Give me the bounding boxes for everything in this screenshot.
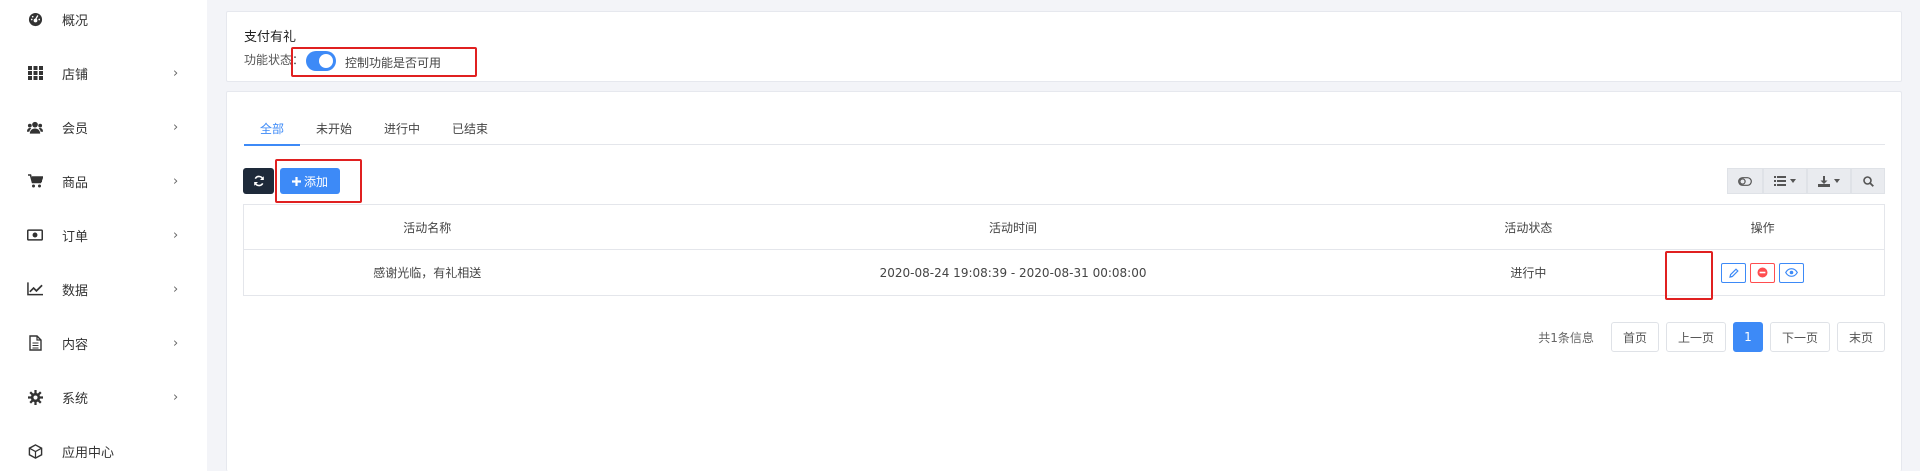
activity-status: 进行中: [1510, 266, 1547, 280]
delete-button[interactable]: [1750, 262, 1776, 283]
feature-toggle[interactable]: [306, 51, 336, 71]
add-button-label: 添加: [303, 174, 328, 189]
chevron-right-icon: ›: [173, 119, 179, 135]
search-button[interactable]: [1851, 168, 1885, 194]
gear-icon: [27, 389, 43, 405]
feature-panel: 支付有礼 功能状态： 控制功能是否可用: [226, 11, 1902, 82]
chevron-right-icon: ›: [173, 173, 179, 189]
line-chart-icon: [27, 281, 43, 297]
next-page-button[interactable]: 下一页: [1769, 322, 1830, 352]
page-title: 支付有礼: [244, 30, 297, 45]
export-button[interactable]: [1807, 168, 1851, 194]
sidebar-item-label: 系统: [62, 391, 89, 407]
table-tools: [1727, 168, 1885, 194]
columns-button[interactable]: [1763, 168, 1807, 194]
tab-bar: 全部 未开始 进行中 已结束: [244, 112, 1885, 146]
sidebar-item-label: 应用中心: [62, 445, 115, 461]
tab-all[interactable]: 全部: [244, 112, 301, 146]
caret-down-icon: [1790, 179, 1796, 183]
chevron-right-icon: ›: [173, 281, 179, 297]
table-row: 感谢光临，有礼相送 2020-08-24 19:08:39 - 2020-08-…: [244, 250, 1884, 295]
pagination: 共1条信息 首页 上一页 1 下一页 末页: [1538, 322, 1885, 352]
action-buttons: [1721, 262, 1805, 283]
tab-not-started[interactable]: 未开始: [300, 112, 368, 145]
activity-time: 2020-08-24 19:08:39 - 2020-08-31 00:08:0…: [879, 265, 1147, 280]
chevron-right-icon: ›: [173, 227, 179, 243]
toggle-knob: [319, 54, 333, 68]
search-icon: [1862, 175, 1874, 187]
current-page-button[interactable]: 1: [1732, 322, 1763, 352]
last-page-button[interactable]: 末页: [1836, 322, 1885, 352]
tab-in-progress[interactable]: 进行中: [368, 112, 436, 145]
toggle-icon: [1738, 176, 1752, 186]
first-page-button[interactable]: 首页: [1610, 322, 1659, 352]
prev-page-button[interactable]: 上一页: [1665, 322, 1726, 352]
minus-circle-icon: [1757, 267, 1768, 278]
chevron-right-icon: ›: [173, 65, 179, 81]
sidebar-item-store[interactable]: 店铺 ›: [0, 58, 207, 88]
sidebar-item-label: 概况: [62, 13, 89, 29]
chevron-right-icon: ›: [173, 335, 179, 351]
view-button[interactable]: [1779, 262, 1805, 283]
table-header: 活动名称 活动时间 活动状态 操作: [244, 205, 1884, 250]
sidebar-item-label: 商品: [62, 175, 89, 191]
header-status: 活动状态: [1504, 220, 1553, 235]
users-icon: [27, 119, 43, 135]
sidebar-item-members[interactable]: 会员 ›: [0, 112, 207, 142]
sidebar: 概况 店铺 › 会员 › 商品 › 订单 › 数据 › 内容 › 系统 › 应用…: [0, 0, 207, 471]
sidebar-item-overview[interactable]: 概况: [0, 4, 207, 34]
toggle-description: 控制功能是否可用: [345, 56, 442, 70]
sidebar-item-label: 店铺: [62, 67, 89, 83]
caret-down-icon: [1834, 179, 1840, 183]
sidebar-item-data[interactable]: 数据 ›: [0, 274, 207, 304]
list-icon: [1774, 176, 1786, 186]
sidebar-item-label: 订单: [62, 229, 89, 245]
tab-ended[interactable]: 已结束: [436, 112, 504, 145]
add-button[interactable]: 添加: [280, 168, 340, 194]
toggle-view-button[interactable]: [1727, 168, 1763, 194]
sidebar-item-orders[interactable]: 订单 ›: [0, 220, 207, 250]
download-icon: [1818, 175, 1830, 187]
eye-icon: [1785, 268, 1799, 277]
cart-icon: [27, 173, 43, 189]
pencil-icon: [1728, 267, 1739, 278]
activity-name: 感谢光临，有礼相送: [373, 266, 482, 280]
header-name: 活动名称: [403, 220, 452, 235]
refresh-button[interactable]: [243, 168, 274, 194]
refresh-icon: [253, 175, 264, 187]
sidebar-item-products[interactable]: 商品 ›: [0, 166, 207, 196]
sidebar-item-content[interactable]: 内容 ›: [0, 328, 207, 358]
money-icon: [27, 227, 43, 243]
sidebar-item-app-center[interactable]: 应用中心: [0, 436, 207, 466]
sidebar-item-label: 数据: [62, 283, 89, 299]
main-panel: 全部 未开始 进行中 已结束 添加 活动名称 活动时间 活动状态 操作 感谢光临…: [226, 91, 1902, 471]
chevron-right-icon: ›: [173, 389, 179, 405]
cube-icon: [27, 443, 43, 459]
sidebar-item-label: 会员: [62, 121, 89, 137]
document-icon: [27, 335, 43, 351]
sidebar-item-label: 内容: [62, 337, 89, 353]
grid-icon: [27, 65, 43, 81]
edit-button[interactable]: [1721, 262, 1747, 283]
activity-table: 活动名称 活动时间 活动状态 操作 感谢光临，有礼相送 2020-08-24 1…: [243, 204, 1885, 296]
highlight-box: [1665, 251, 1713, 300]
plus-icon: [291, 176, 301, 186]
header-actions: 操作: [1750, 220, 1775, 235]
dashboard-icon: [27, 11, 43, 27]
header-time: 活动时间: [989, 220, 1038, 235]
sidebar-item-system[interactable]: 系统 ›: [0, 382, 207, 412]
pagination-info: 共1条信息: [1538, 330, 1594, 345]
